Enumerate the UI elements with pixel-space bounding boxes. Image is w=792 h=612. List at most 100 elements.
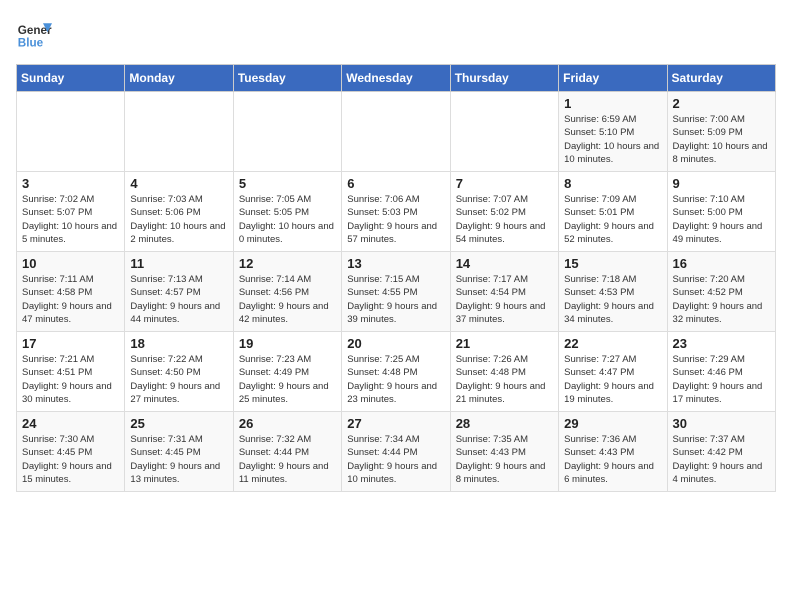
day-info: Sunrise: 7:09 AM Sunset: 5:01 PM Dayligh… [564, 193, 661, 246]
calendar-cell: 9 Sunrise: 7:10 AM Sunset: 5:00 PM Daylig… [667, 172, 775, 252]
calendar-cell [342, 92, 450, 172]
calendar-cell: 14 Sunrise: 7:17 AM Sunset: 4:54 PM Dayli… [450, 252, 558, 332]
day-info: Sunrise: 7:17 AM Sunset: 4:54 PM Dayligh… [456, 273, 553, 326]
day-number: 17 [22, 336, 119, 351]
day-number: 26 [239, 416, 336, 431]
day-number: 23 [673, 336, 770, 351]
calendar-cell: 26 Sunrise: 7:32 AM Sunset: 4:44 PM Dayli… [233, 412, 341, 492]
calendar-cell: 24 Sunrise: 7:30 AM Sunset: 4:45 PM Dayli… [17, 412, 125, 492]
calendar-cell: 1 Sunrise: 6:59 AM Sunset: 5:10 PM Daylig… [559, 92, 667, 172]
day-number: 5 [239, 176, 336, 191]
calendar-week-2: 3 Sunrise: 7:02 AM Sunset: 5:07 PM Daylig… [17, 172, 776, 252]
day-info: Sunrise: 7:06 AM Sunset: 5:03 PM Dayligh… [347, 193, 444, 246]
calendar-cell: 20 Sunrise: 7:25 AM Sunset: 4:48 PM Dayli… [342, 332, 450, 412]
calendar-cell: 19Sunrise: 7:23 AM Sunset: 4:49 PM Dayli… [233, 332, 341, 412]
day-info: Sunrise: 7:03 AM Sunset: 5:06 PM Dayligh… [130, 193, 227, 246]
day-number: 10 [22, 256, 119, 271]
day-info: Sunrise: 7:00 AM Sunset: 5:09 PM Dayligh… [673, 113, 770, 166]
day-number: 15 [564, 256, 661, 271]
day-info: Sunrise: 7:37 AM Sunset: 4:42 PM Dayligh… [673, 433, 770, 486]
calendar-cell: 5 Sunrise: 7:05 AM Sunset: 5:05 PM Daylig… [233, 172, 341, 252]
day-info: Sunrise: 7:07 AM Sunset: 5:02 PM Dayligh… [456, 193, 553, 246]
day-number: 21 [456, 336, 553, 351]
calendar-cell: 7 Sunrise: 7:07 AM Sunset: 5:02 PM Daylig… [450, 172, 558, 252]
day-info: Sunrise: 7:36 AM Sunset: 4:43 PM Dayligh… [564, 433, 661, 486]
day-number: 2 [673, 96, 770, 111]
day-info: Sunrise: 6:59 AM Sunset: 5:10 PM Dayligh… [564, 113, 661, 166]
day-number: 16 [673, 256, 770, 271]
day-info: Sunrise: 7:13 AM Sunset: 4:57 PM Dayligh… [130, 273, 227, 326]
day-info: Sunrise: 7:26 AM Sunset: 4:48 PM Dayligh… [456, 353, 553, 406]
day-number: 9 [673, 176, 770, 191]
calendar-week-1: 1 Sunrise: 6:59 AM Sunset: 5:10 PM Daylig… [17, 92, 776, 172]
day-number: 11 [130, 256, 227, 271]
day-info: Sunrise: 7:34 AM Sunset: 4:44 PM Dayligh… [347, 433, 444, 486]
day-info: Sunrise: 7:30 AM Sunset: 4:45 PM Dayligh… [22, 433, 119, 486]
weekday-header-friday: Friday [559, 65, 667, 92]
day-info: Sunrise: 7:15 AM Sunset: 4:55 PM Dayligh… [347, 273, 444, 326]
day-number: 14 [456, 256, 553, 271]
calendar-cell: 10Sunrise: 7:11 AM Sunset: 4:58 PM Dayli… [17, 252, 125, 332]
day-number: 30 [673, 416, 770, 431]
weekday-header-thursday: Thursday [450, 65, 558, 92]
day-info: Sunrise: 7:35 AM Sunset: 4:43 PM Dayligh… [456, 433, 553, 486]
calendar-cell: 27 Sunrise: 7:34 AM Sunset: 4:44 PM Dayli… [342, 412, 450, 492]
day-info: Sunrise: 7:32 AM Sunset: 4:44 PM Dayligh… [239, 433, 336, 486]
calendar-cell: 6 Sunrise: 7:06 AM Sunset: 5:03 PM Daylig… [342, 172, 450, 252]
day-number: 19 [239, 336, 336, 351]
calendar-cell: 15 Sunrise: 7:18 AM Sunset: 4:53 PM Dayli… [559, 252, 667, 332]
day-number: 20 [347, 336, 444, 351]
calendar-cell: 2 Sunrise: 7:00 AM Sunset: 5:09 PM Daylig… [667, 92, 775, 172]
calendar-cell [233, 92, 341, 172]
calendar-cell: 22 Sunrise: 7:27 AM Sunset: 4:47 PM Dayli… [559, 332, 667, 412]
calendar-week-3: 10Sunrise: 7:11 AM Sunset: 4:58 PM Dayli… [17, 252, 776, 332]
calendar-cell: 16 Sunrise: 7:20 AM Sunset: 4:52 PM Dayli… [667, 252, 775, 332]
day-number: 4 [130, 176, 227, 191]
weekday-header-saturday: Saturday [667, 65, 775, 92]
calendar-cell [125, 92, 233, 172]
day-number: 22 [564, 336, 661, 351]
calendar-cell: 21 Sunrise: 7:26 AM Sunset: 4:48 PM Dayli… [450, 332, 558, 412]
weekday-header-sunday: Sunday [17, 65, 125, 92]
logo: General Blue [16, 16, 52, 52]
calendar-cell: 8 Sunrise: 7:09 AM Sunset: 5:01 PM Daylig… [559, 172, 667, 252]
day-info: Sunrise: 7:18 AM Sunset: 4:53 PM Dayligh… [564, 273, 661, 326]
day-info: Sunrise: 7:14 AM Sunset: 4:56 PM Dayligh… [239, 273, 336, 326]
day-number: 7 [456, 176, 553, 191]
day-number: 18 [130, 336, 227, 351]
calendar-cell: 25 Sunrise: 7:31 AM Sunset: 4:45 PM Dayli… [125, 412, 233, 492]
weekday-header-tuesday: Tuesday [233, 65, 341, 92]
calendar-cell: 18 Sunrise: 7:22 AM Sunset: 4:50 PM Dayli… [125, 332, 233, 412]
day-number: 28 [456, 416, 553, 431]
calendar-cell: 30 Sunrise: 7:37 AM Sunset: 4:42 PM Dayli… [667, 412, 775, 492]
day-number: 25 [130, 416, 227, 431]
day-info: Sunrise: 7:25 AM Sunset: 4:48 PM Dayligh… [347, 353, 444, 406]
calendar-week-4: 17 Sunrise: 7:21 AM Sunset: 4:51 PM Dayli… [17, 332, 776, 412]
calendar-cell: 13 Sunrise: 7:15 AM Sunset: 4:55 PM Dayli… [342, 252, 450, 332]
day-info: Sunrise: 7:05 AM Sunset: 5:05 PM Dayligh… [239, 193, 336, 246]
day-number: 27 [347, 416, 444, 431]
day-number: 6 [347, 176, 444, 191]
day-info: Sunrise: 7:20 AM Sunset: 4:52 PM Dayligh… [673, 273, 770, 326]
calendar-cell: 17 Sunrise: 7:21 AM Sunset: 4:51 PM Dayli… [17, 332, 125, 412]
day-number: 8 [564, 176, 661, 191]
day-info: Sunrise: 7:02 AM Sunset: 5:07 PM Dayligh… [22, 193, 119, 246]
day-info: Sunrise: 7:27 AM Sunset: 4:47 PM Dayligh… [564, 353, 661, 406]
day-info: Sunrise: 7:10 AM Sunset: 5:00 PM Dayligh… [673, 193, 770, 246]
svg-text:Blue: Blue [18, 37, 44, 50]
day-number: 24 [22, 416, 119, 431]
day-info: Sunrise: 7:29 AM Sunset: 4:46 PM Dayligh… [673, 353, 770, 406]
logo-icon: General Blue [16, 16, 52, 52]
day-info: Sunrise: 7:31 AM Sunset: 4:45 PM Dayligh… [130, 433, 227, 486]
day-number: 29 [564, 416, 661, 431]
day-info: Sunrise: 7:22 AM Sunset: 4:50 PM Dayligh… [130, 353, 227, 406]
calendar-cell: 11 Sunrise: 7:13 AM Sunset: 4:57 PM Dayli… [125, 252, 233, 332]
calendar-cell: 23 Sunrise: 7:29 AM Sunset: 4:46 PM Dayli… [667, 332, 775, 412]
calendar-cell: 12Sunrise: 7:14 AM Sunset: 4:56 PM Dayli… [233, 252, 341, 332]
day-info: Sunrise: 7:21 AM Sunset: 4:51 PM Dayligh… [22, 353, 119, 406]
day-number: 3 [22, 176, 119, 191]
day-number: 13 [347, 256, 444, 271]
day-number: 1 [564, 96, 661, 111]
calendar-cell [450, 92, 558, 172]
calendar-cell: 3 Sunrise: 7:02 AM Sunset: 5:07 PM Daylig… [17, 172, 125, 252]
